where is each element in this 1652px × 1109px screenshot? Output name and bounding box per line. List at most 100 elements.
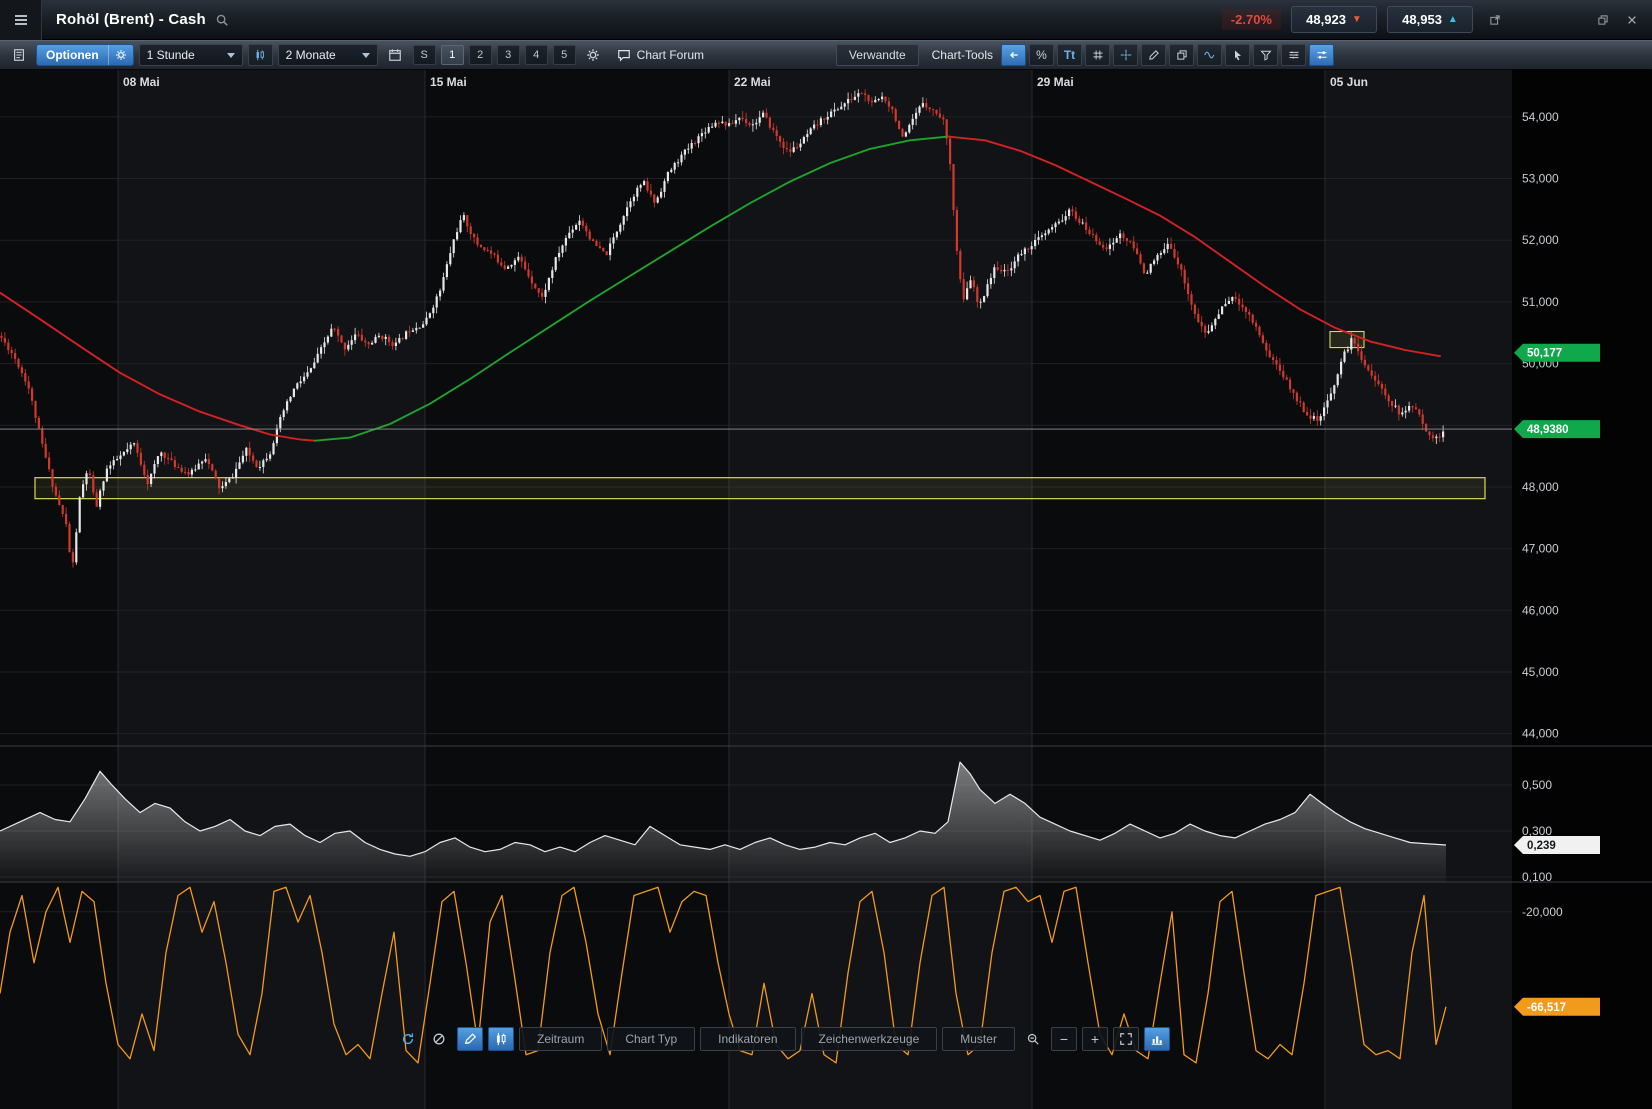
candle-body <box>517 257 519 261</box>
candle-body <box>725 122 727 126</box>
eyedropper-button[interactable] <box>1141 44 1166 66</box>
candle-body <box>1337 374 1339 385</box>
candle-body <box>17 359 19 367</box>
candle-body <box>1398 406 1400 415</box>
fit-chart-button[interactable] <box>1113 1027 1139 1051</box>
chart-forum-button[interactable]: Chart Forum <box>611 47 710 63</box>
candle-body <box>1150 264 1152 273</box>
candle-body <box>1306 412 1308 415</box>
candle-body <box>1418 409 1420 414</box>
candle-body <box>1388 395 1390 401</box>
candle-body <box>323 342 325 347</box>
filter-button[interactable] <box>1253 44 1278 66</box>
menu-button[interactable] <box>0 0 42 40</box>
layout-list-button[interactable] <box>6 44 31 66</box>
options-button[interactable]: Optionen <box>36 44 134 66</box>
zoom-in-button[interactable]: + <box>1082 1027 1108 1051</box>
candle-body <box>840 107 842 110</box>
candle-body <box>286 401 288 410</box>
zoom-out-area-button[interactable] <box>1020 1027 1046 1051</box>
layers-button[interactable] <box>1169 44 1194 66</box>
candle-body <box>300 381 302 383</box>
step-button-5[interactable]: 5 <box>553 45 576 65</box>
candle-body <box>313 363 315 369</box>
indikatoren-button[interactable]: Indikatoren <box>700 1027 795 1051</box>
step-button-1[interactable]: 1 <box>441 45 464 65</box>
arrow-left-icon <box>1008 49 1020 61</box>
price-axis[interactable] <box>1512 70 1652 1109</box>
tool-settings-button[interactable] <box>1309 44 1334 66</box>
step-button-s[interactable]: S <box>413 45 436 65</box>
candle-body <box>123 452 125 456</box>
grid-toggle-button[interactable] <box>1085 44 1110 66</box>
close-window-button[interactable] <box>1620 8 1644 32</box>
candle-body <box>898 121 900 129</box>
percent-scale-button[interactable]: % <box>1029 44 1054 66</box>
sell-price-button[interactable]: 48,923 ▼ <box>1291 6 1377 33</box>
chart-typ-button[interactable]: Chart Typ <box>607 1027 695 1051</box>
disable-drawing-button[interactable] <box>426 1027 452 1051</box>
crosshair-button[interactable] <box>1113 44 1138 66</box>
levels-button[interactable] <box>1281 44 1306 66</box>
candle-body <box>0 336 2 338</box>
candle-body <box>1296 393 1298 401</box>
chevron-down-icon <box>227 53 235 58</box>
candle-body <box>1099 241 1101 245</box>
options-gear-segment[interactable] <box>108 45 133 65</box>
candle-body <box>1143 263 1145 273</box>
candle-body <box>1170 244 1172 249</box>
candle-body <box>133 443 135 444</box>
candle-style-button[interactable] <box>248 44 273 66</box>
timeframe-select[interactable]: 1 Stunde <box>139 44 243 66</box>
candle-body <box>1044 233 1046 235</box>
text-tool-button[interactable]: Tt <box>1057 44 1082 66</box>
candle-body <box>548 278 550 290</box>
range-select[interactable]: 2 Monate <box>278 44 378 66</box>
candle-body <box>385 337 387 339</box>
zeichenwerkzeuge-button[interactable]: Zeichenwerkzeuge <box>801 1027 938 1051</box>
candle-body <box>259 467 261 468</box>
draw-button[interactable] <box>457 1027 483 1051</box>
chart-type-quick-button[interactable] <box>488 1027 514 1051</box>
step-button-2[interactable]: 2 <box>469 45 492 65</box>
popout-button[interactable] <box>1483 8 1507 32</box>
zoom-out-button[interactable]: − <box>1051 1027 1077 1051</box>
related-button[interactable]: Verwandte <box>836 44 919 66</box>
candle-body <box>986 284 988 296</box>
candle-body <box>718 123 720 124</box>
chart-mode-button[interactable] <box>1144 1027 1170 1051</box>
candle-body <box>878 99 880 100</box>
candle-body <box>640 185 642 188</box>
candle-body <box>1020 254 1022 255</box>
zeitraum-button[interactable]: Zeitraum <box>519 1027 602 1051</box>
candle-body <box>194 469 196 470</box>
candle-body <box>674 163 676 170</box>
undo-back-button[interactable] <box>1001 44 1026 66</box>
calendar-button[interactable] <box>383 44 408 66</box>
chart-settings-button[interactable] <box>581 44 606 66</box>
step-button-3[interactable]: 3 <box>497 45 520 65</box>
candle-body <box>959 251 961 279</box>
muster-button[interactable]: Muster <box>942 1027 1015 1051</box>
candle-body <box>378 336 380 337</box>
step-button-4[interactable]: 4 <box>525 45 548 65</box>
candle-body <box>41 428 43 443</box>
candle-body <box>361 335 363 341</box>
price-axis-label: 0,100 <box>1522 870 1552 884</box>
buy-price-button[interactable]: 48,953 ▲ <box>1387 6 1473 33</box>
candle-body <box>153 464 155 474</box>
chart-canvas[interactable]: 08 Mai15 Mai22 Mai29 Mai05 Jun54,00053,0… <box>0 0 1652 1109</box>
search-icon[interactable] <box>215 13 229 27</box>
reset-chart-button[interactable] <box>395 1027 421 1051</box>
indicator2-value-badge-label: -66,517 <box>1527 1002 1566 1014</box>
cursor-tool-button[interactable] <box>1225 44 1250 66</box>
wave-overlay-button[interactable] <box>1197 44 1222 66</box>
candle-body <box>1258 327 1260 336</box>
support-zone-box[interactable] <box>35 478 1485 499</box>
candle-body <box>374 337 376 343</box>
candle-body <box>786 148 788 149</box>
candle-body <box>844 103 846 106</box>
restore-window-button[interactable] <box>1591 8 1615 32</box>
candle-body <box>170 458 172 460</box>
candle-body <box>357 335 359 336</box>
